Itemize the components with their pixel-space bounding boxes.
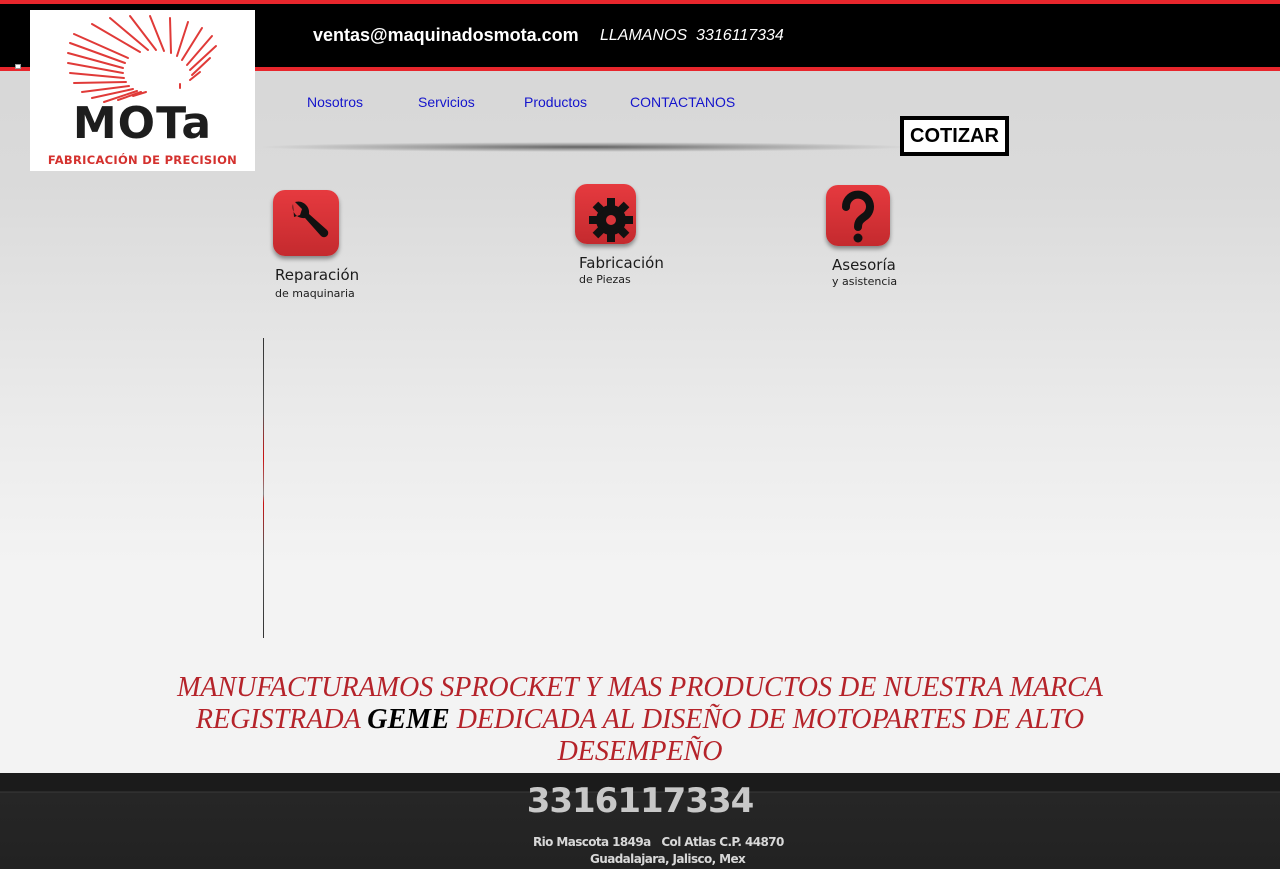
footer-address-line1: Rio Mascota 1849a Col Atlas C.P. 44870	[533, 835, 784, 849]
footer-phone: 3316117334	[526, 781, 755, 821]
footer-address-line2: Guadalajara, Jalisco, Mex	[590, 852, 746, 866]
nav-item-productos[interactable]: Productos	[524, 94, 587, 110]
footer: 3316117334 Rio Mascota 1849a Col Atlas C…	[0, 773, 1280, 869]
service-subtitle: y asistencia	[832, 275, 898, 288]
wrench-icon	[273, 190, 339, 256]
cotizar-button[interactable]: COTIZAR	[900, 116, 1009, 156]
service-title: Asesoría	[832, 256, 896, 274]
question-icon	[826, 185, 890, 246]
nav-divider-shadow	[255, 142, 915, 152]
nav-item-servicios[interactable]: Servicios	[418, 94, 475, 110]
service-subtitle: de Piezas	[579, 273, 631, 286]
header-phone: LLAMANOS 3316117334	[600, 27, 784, 44]
service-subtitle: de maquinaria	[275, 287, 355, 300]
headline-brand: GEME	[367, 704, 450, 735]
headline-banner: MANUFACTURAMOS SPROCKET Y MAS PRODUCTOS …	[150, 672, 1130, 768]
service-title: Fabricación	[579, 254, 664, 272]
broken-image-icon	[15, 64, 21, 69]
logo-brand-text: MOTa	[72, 98, 213, 149]
sunburst-logo-mark	[67, 15, 217, 103]
header-email[interactable]: ventas@maquinadosmota.com	[313, 25, 579, 46]
nav-item-nosotros[interactable]: Nosotros	[307, 94, 363, 110]
headline-text-end: DEDICADA AL DISEÑO DE MOTOPARTES DE ALTO…	[456, 704, 1085, 767]
logo-tagline: FABRICACIÓN DE PRECISION	[47, 153, 238, 167]
gear-icon	[575, 184, 636, 244]
company-logo[interactable]: MOTa FABRICACIÓN DE PRECISION	[30, 10, 255, 171]
service-title: Reparación	[275, 266, 360, 284]
media-placeholder-line	[263, 338, 264, 638]
nav-item-contactanos[interactable]: CONTACTANOS	[630, 94, 735, 110]
